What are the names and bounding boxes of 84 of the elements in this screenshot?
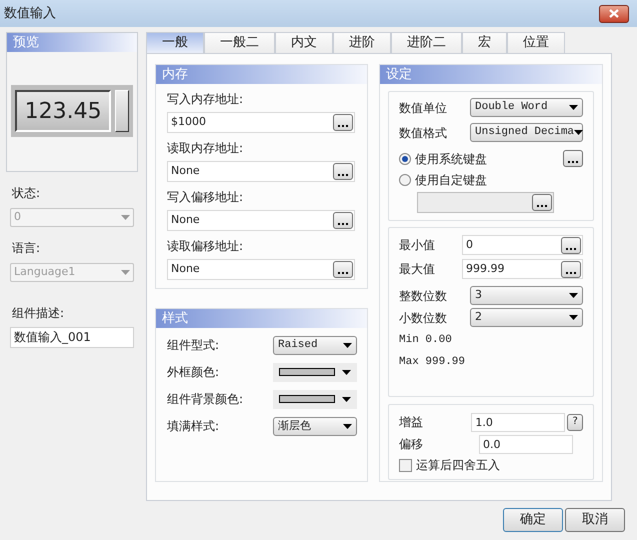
dropdown[interactable]: Raised [273, 336, 357, 354]
caret-icon [343, 342, 352, 348]
browse-button[interactable] [333, 212, 353, 229]
dialog-button[interactable]: 确定 [503, 508, 563, 532]
tab[interactable]: 内文 [275, 32, 333, 53]
scroll-handle [115, 90, 129, 132]
description-field[interactable]: 数值输入_001 [10, 327, 134, 348]
group-header: 样式 [156, 309, 367, 328]
field-label: 组件描述: [12, 305, 66, 322]
caret-icon [121, 270, 130, 275]
group-header: 预览 [7, 33, 137, 52]
field-label: 数值单位 [399, 100, 447, 116]
field-label: 组件背景颜色: [167, 391, 244, 408]
browse-button[interactable] [333, 261, 353, 278]
color-picker[interactable] [273, 362, 357, 382]
caret-icon [342, 396, 351, 402]
close-icon [609, 9, 619, 18]
caret-icon [342, 370, 351, 374]
field-label: 偏移 [399, 436, 424, 453]
checkbox-label: 运算后四舍五入 [416, 457, 500, 474]
offset-field[interactable]: 0.0 [479, 434, 573, 454]
browse-button[interactable] [333, 114, 353, 131]
radio-button[interactable] [399, 174, 411, 186]
field-label: 写入偏移地址: [167, 189, 244, 206]
range-text: Min 0.00 [399, 333, 453, 348]
field-label: 外框颜色: [167, 364, 220, 381]
field-label: 整数位数 [399, 288, 447, 304]
tab[interactable]: 进阶二 [391, 32, 462, 53]
color-picker[interactable] [273, 390, 357, 408]
close-button[interactable] [599, 4, 629, 22]
field-label: 小数位数 [399, 310, 447, 326]
caret-icon [569, 315, 578, 320]
address-field[interactable]: None [167, 259, 355, 280]
range-text: Max 999.99 [399, 354, 466, 370]
address-field[interactable]: None [167, 161, 355, 182]
tab[interactable]: 宏 [462, 32, 507, 53]
group-header: 设定 [380, 65, 602, 84]
radio-label: 使用系统键盘 [415, 150, 487, 168]
color-swatch [279, 395, 335, 403]
field-label: 增益 [399, 414, 424, 431]
field-label: 填满样式: [167, 418, 220, 435]
browse-button[interactable] [561, 260, 581, 278]
radio-button[interactable] [399, 152, 411, 164]
help-button[interactable]: ? [567, 414, 583, 430]
field-label: 读取内存地址: [167, 140, 244, 157]
checkbox[interactable] [399, 458, 412, 472]
gain-field[interactable]: 1.0 [471, 412, 566, 432]
tab[interactable]: 一般二 [204, 32, 275, 53]
dropdown[interactable]: 2 [470, 308, 583, 327]
preview-value: 123.45 [24, 98, 102, 126]
tab[interactable]: 位置 [507, 32, 565, 53]
dropdown[interactable]: 3 [470, 286, 583, 305]
caret-icon [574, 130, 584, 135]
field-label: 最小值 [399, 237, 435, 254]
browse-button[interactable] [563, 150, 583, 167]
browse-button[interactable] [561, 236, 581, 254]
field-label: 写入内存地址: [167, 91, 244, 108]
field-label: 状态: [12, 185, 42, 202]
field-label: 读取偏移地址: [167, 238, 244, 255]
caret-icon [569, 293, 578, 298]
group-header: 内存 [156, 65, 367, 84]
color-swatch [279, 368, 335, 376]
browse-button[interactable] [532, 194, 552, 211]
dropdown[interactable]: 渐层色 [273, 416, 357, 436]
limit-field[interactable]: 0 [462, 235, 583, 255]
caret-icon [569, 105, 578, 110]
address-field[interactable]: $1000 [167, 112, 355, 133]
field-label: 组件型式: [167, 337, 220, 354]
address-field[interactable]: None [167, 210, 355, 231]
tab[interactable]: 一般 [146, 32, 204, 53]
radio-label: 使用自定键盘 [415, 172, 487, 188]
field-label: 语言: [12, 240, 42, 257]
dropdown[interactable]: Double Word [470, 98, 583, 117]
dropdown[interactable]: Unsigned Decima [470, 123, 583, 142]
field-label: 最大值 [399, 261, 435, 278]
window-title: 数值输入 [4, 4, 56, 23]
limit-field[interactable]: 999.99 [462, 259, 583, 279]
caret-icon [121, 215, 130, 220]
keyboard-field[interactable] [417, 192, 554, 213]
caret-icon [343, 424, 352, 428]
tab[interactable]: 进阶 [333, 32, 391, 53]
browse-button[interactable] [333, 163, 353, 180]
dialog-button[interactable]: 取消 [565, 508, 625, 532]
field-label: 数值格式 [399, 124, 447, 142]
